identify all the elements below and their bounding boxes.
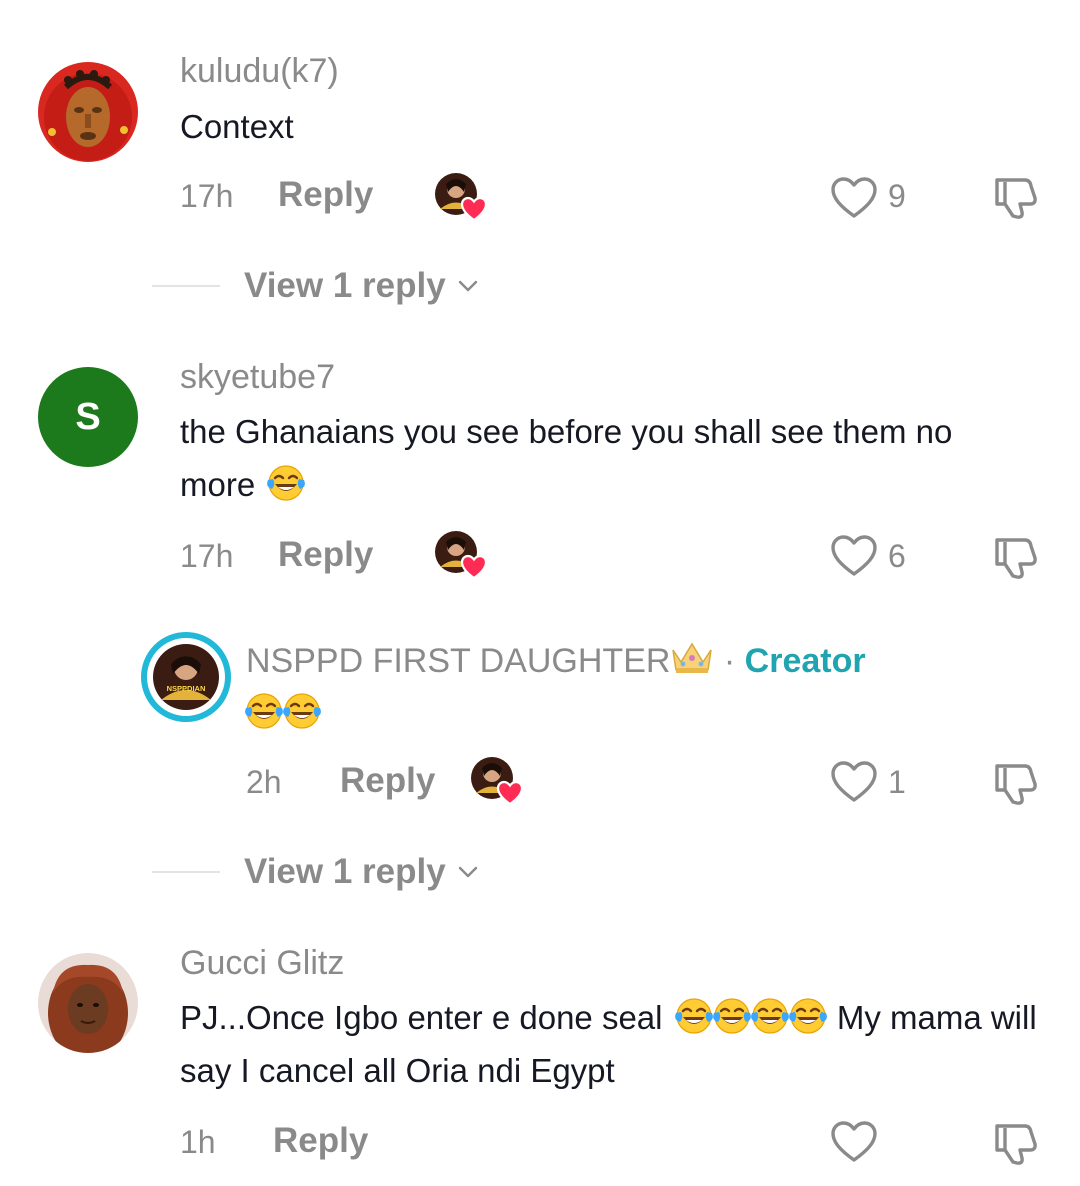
heart-outline-icon[interactable] <box>830 534 878 578</box>
avatar-kuludu[interactable] <box>38 62 138 162</box>
view-replies-button[interactable]: View 1 reply <box>244 266 480 306</box>
view-replies-button[interactable]: View 1 reply <box>244 852 480 892</box>
heart-outline-icon[interactable] <box>830 760 878 804</box>
dislike-icon[interactable] <box>992 172 1040 220</box>
chevron-down-icon <box>456 860 480 884</box>
creator-avatar-image: NSPPDIAN <box>153 644 219 710</box>
comment-time: 2h <box>246 764 282 800</box>
creator-liked-badge <box>470 756 530 806</box>
chevron-down-icon <box>456 274 480 298</box>
crown-emoji <box>672 642 713 673</box>
creator-badge: Creator <box>744 642 866 680</box>
comment-text: Context <box>180 108 294 145</box>
comment-time: 17h <box>180 538 234 574</box>
heart-outline-icon[interactable] <box>830 1120 878 1164</box>
comment-text-part1: PJ...Once Igbo enter e done seal <box>180 999 663 1036</box>
like-count: 9 <box>888 178 906 214</box>
comment-username[interactable]: skyetube7 <box>180 358 335 397</box>
comment-time: 1h <box>180 1124 216 1160</box>
replies-divider <box>152 871 220 873</box>
comment-text: PJ...Once Igbo enter e done seal My mama… <box>180 991 1040 1097</box>
creator-separator: · <box>723 642 736 680</box>
comment-text <box>244 690 322 730</box>
dislike-icon[interactable] <box>992 532 1040 580</box>
avatar-letter: S <box>75 395 101 438</box>
tears-of-joy-emoji <box>750 995 790 1035</box>
tears-of-joy-emoji <box>674 995 714 1035</box>
replies-divider <box>152 285 220 287</box>
reply-button[interactable]: Reply <box>340 761 435 801</box>
tears-of-joy-emoji <box>788 995 828 1035</box>
comment-username[interactable]: NSPPD FIRST DAUGHTER <box>246 642 670 680</box>
reply-button[interactable]: Reply <box>273 1121 368 1161</box>
tears-of-joy-emoji <box>244 690 284 730</box>
dislike-icon[interactable] <box>992 1118 1040 1166</box>
heart-outline-icon[interactable] <box>830 176 878 220</box>
comment-time: 17h <box>180 178 234 214</box>
reply-button[interactable]: Reply <box>278 535 373 575</box>
comment-username[interactable]: kuludu(k7) <box>180 52 339 91</box>
avatar-gucci-glitz[interactable] <box>38 953 138 1053</box>
view-replies-label: View 1 reply <box>244 266 446 305</box>
dislike-icon[interactable] <box>992 758 1040 806</box>
tears-of-joy-emoji <box>712 995 752 1035</box>
like-count: 1 <box>888 764 906 800</box>
reply-button[interactable]: Reply <box>278 175 373 215</box>
creator-liked-badge <box>434 172 494 222</box>
comment-username[interactable]: Gucci Glitz <box>180 944 344 983</box>
creator-liked-badge <box>434 530 494 580</box>
view-replies-label: View 1 reply <box>244 852 446 891</box>
comment-username-row: NSPPD FIRST DAUGHTER · Creator <box>246 638 866 681</box>
tears-of-joy-emoji <box>282 690 322 730</box>
tears-of-joy-emoji <box>266 462 306 502</box>
creator-avatar-caption: NSPPDIAN <box>167 684 206 693</box>
comment-text: the Ghanaians you see before you shall s… <box>180 405 1020 511</box>
like-count: 6 <box>888 538 906 574</box>
avatar-skyetube7[interactable]: S <box>38 367 138 467</box>
creator-avatar[interactable]: NSPPDIAN <box>141 632 231 722</box>
